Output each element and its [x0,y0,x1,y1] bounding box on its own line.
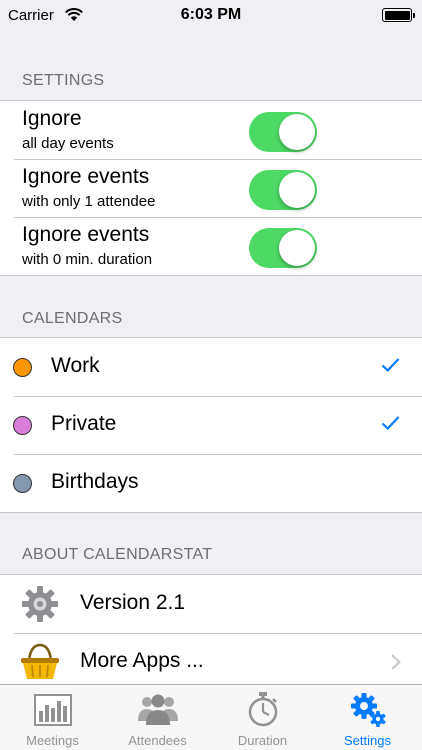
setting-row-all-day: Ignore all day events [0,101,422,159]
calendar-color-dot [13,474,32,493]
about-section-header: ABOUT CALENDARSTAT [22,546,213,563]
tab-attendees[interactable]: Attendees [105,685,210,750]
about-row-version: Version 2.1 [0,575,422,633]
version-label: Version 2.1 [80,591,186,614]
tab-label: Duration [237,733,288,748]
calendar-label: Private [51,412,117,435]
calendar-color-dot [13,416,32,435]
ignore-all-day-toggle[interactable] [249,112,317,152]
status-bar: Carrier 6:03 PM [0,0,422,30]
setting-title: Ignore [22,107,82,130]
tab-label: Settings [344,733,391,748]
checkmark-icon [381,358,400,373]
bar-chart-icon [34,694,72,726]
gears-icon [351,693,386,727]
calendar-color-dot [13,358,32,377]
chevron-right-icon [391,654,401,670]
calendar-label: Work [51,354,100,377]
setting-subtitle: with 0 min. duration [22,251,153,268]
calendar-row-private[interactable]: Private [0,396,422,454]
ignore-zero-duration-toggle[interactable] [249,228,317,268]
checkmark-icon [381,416,400,431]
calendar-label: Birthdays [51,470,139,493]
people-icon [138,694,178,725]
settings-section-header: SETTINGS [22,72,105,89]
tab-meetings[interactable]: Meetings [0,685,105,750]
tab-bar: Meetings Attendees Duration Settings [0,684,422,750]
gear-icon [22,586,58,622]
tab-duration[interactable]: Duration [210,685,315,750]
setting-row-one-attendee: Ignore events with only 1 attendee [0,159,422,217]
tab-label: Meetings [26,733,79,748]
stopwatch-icon [248,692,278,727]
tab-settings[interactable]: Settings [315,685,420,750]
ignore-one-attendee-toggle[interactable] [249,170,317,210]
calendars-section-header: CALENDARS [22,310,123,327]
status-time: 6:03 PM [180,6,242,23]
more-apps-label: More Apps ... [80,649,204,672]
calendar-row-work[interactable]: Work [0,338,422,396]
settings-group: Ignore all day events Ignore events with… [0,100,422,276]
basket-icon [21,643,59,679]
setting-subtitle: all day events [22,135,114,152]
setting-title: Ignore events [22,223,150,246]
setting-row-zero-duration: Ignore events with 0 min. duration [0,217,422,275]
about-row-more-apps[interactable]: More Apps ... [0,633,422,691]
calendar-row-birthdays[interactable]: Birthdays [0,454,422,512]
battery-icon [382,8,415,22]
setting-subtitle: with only 1 attendee [22,193,156,210]
setting-title: Ignore events [22,165,150,188]
tab-label: Attendees [128,733,187,748]
about-group: Version 2.1 More Apps ... [0,574,422,691]
calendars-group: Work Private Birthdays [0,337,422,513]
